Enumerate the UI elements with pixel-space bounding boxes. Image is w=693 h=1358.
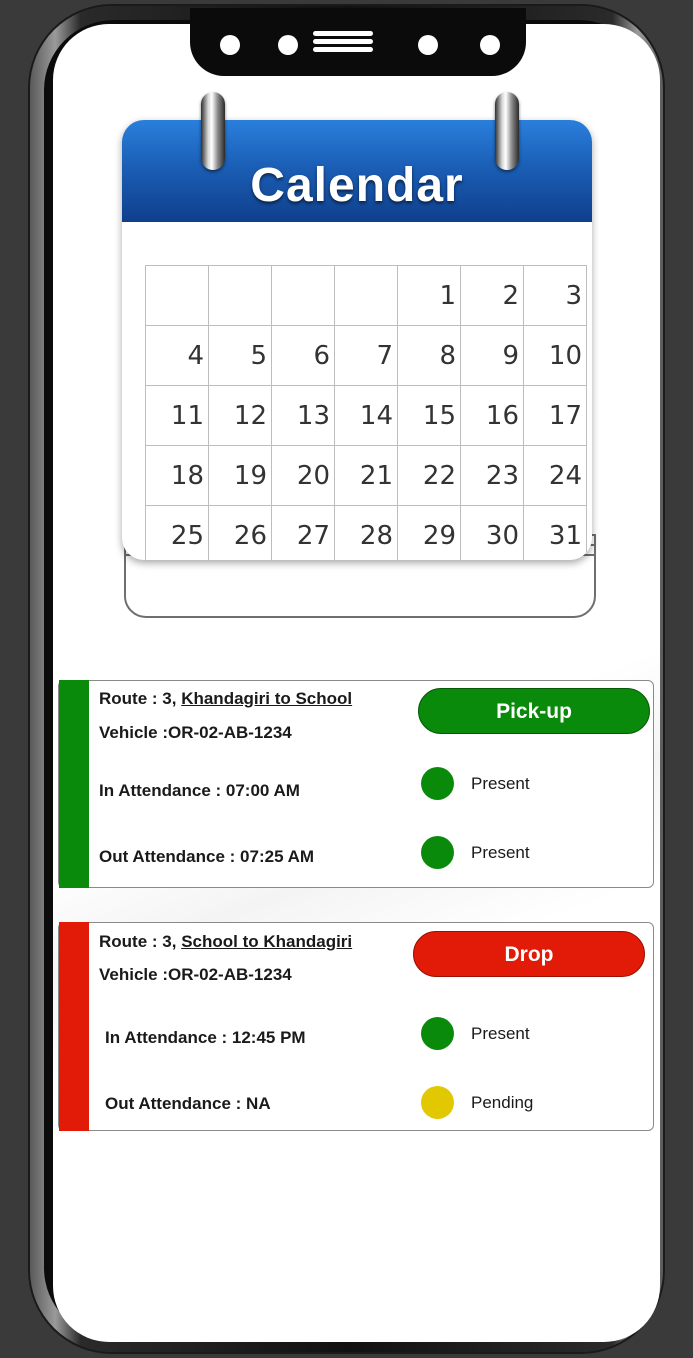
pickup-status-stripe: [59, 680, 89, 888]
calendar-day-cell[interactable]: [145, 265, 209, 326]
route-info: Route : 3, School to Khandagiri: [99, 932, 352, 952]
calendar-day-cell[interactable]: 27: [271, 505, 335, 560]
calendar-day-cell[interactable]: 26: [208, 505, 272, 560]
present-status-icon: [421, 767, 454, 800]
calendar-day-cell[interactable]: 18: [145, 445, 209, 506]
calendar-day-cell[interactable]: 22: [397, 445, 461, 506]
in-status: Present: [471, 774, 530, 793]
calendar-day-cell[interactable]: 6: [271, 325, 335, 386]
camera-dot: [480, 35, 500, 55]
calendar-day-cell[interactable]: 8: [397, 325, 461, 386]
calendar-week-row: 11 12 13 14 15 16 17: [145, 385, 587, 446]
calendar-day-cell[interactable]: 11: [145, 385, 209, 446]
pickup-route-card[interactable]: Route : 3, Khandagiri to School Vehicle …: [58, 680, 654, 888]
calendar-day-cell[interactable]: 2: [460, 265, 524, 326]
calendar-day-cell[interactable]: [208, 265, 272, 326]
calendar-day-cell[interactable]: 20: [271, 445, 335, 506]
sensor-dot: [278, 35, 298, 55]
drop-route-card[interactable]: Route : 3, School to Khandagiri Vehicle …: [58, 922, 654, 1131]
calendar-day-cell[interactable]: 23: [460, 445, 524, 506]
calendar-day-cell[interactable]: 25: [145, 505, 209, 560]
calendar-week-row: 4 5 6 7 8 9 10: [145, 325, 587, 386]
route-link[interactable]: Khandagiri to School: [181, 689, 352, 708]
calendar-day-cell[interactable]: 9: [460, 325, 524, 386]
calendar-day-cell[interactable]: 13: [271, 385, 335, 446]
calendar-widget[interactable]: Calendar 1 2 3 4 5 6 7 8 9 10 11 12 13 14 15 16 17 18 19 20…: [122, 92, 596, 618]
calendar-week-row: 18 19 20 21 22 23 24: [145, 445, 587, 506]
calendar-day-cell[interactable]: 19: [208, 445, 272, 506]
in-status: Present: [471, 1024, 530, 1043]
calendar-day-cell[interactable]: 5: [208, 325, 272, 386]
speaker-grille: [313, 28, 373, 54]
calendar-day-cell[interactable]: 1: [397, 265, 461, 326]
present-status-icon: [421, 836, 454, 869]
calendar-day-cell[interactable]: 28: [334, 505, 398, 560]
out-status: Present: [471, 843, 530, 862]
calendar-day-cell[interactable]: 12: [208, 385, 272, 446]
phone-notch: [190, 8, 526, 76]
drop-status-stripe: [59, 922, 89, 1131]
route-prefix: Route : 3,: [99, 689, 177, 708]
calendar-day-cell[interactable]: [334, 265, 398, 326]
calendar-day-cell[interactable]: 30: [460, 505, 524, 560]
present-status-icon: [421, 1017, 454, 1050]
calendar-day-cell[interactable]: 14: [334, 385, 398, 446]
calendar-day-cell[interactable]: 29: [397, 505, 461, 560]
calendar-day-cell[interactable]: 10: [523, 325, 587, 386]
calendar-day-cell[interactable]: [271, 265, 335, 326]
sensor-dot: [220, 35, 240, 55]
calendar-day-cell[interactable]: 31: [523, 505, 587, 560]
route-prefix: Route : 3,: [99, 932, 177, 951]
sensor-dot: [418, 35, 438, 55]
calendar-day-cell[interactable]: 4: [145, 325, 209, 386]
out-attendance: Out Attendance : 07:25 AM: [99, 847, 315, 866]
route-link[interactable]: School to Khandagiri: [181, 932, 352, 951]
route-info: Route : 3, Khandagiri to School: [99, 689, 352, 709]
drop-badge: Drop: [413, 931, 645, 977]
out-attendance: Out Attendance : NA: [105, 1094, 271, 1113]
calendar-page-edge: [124, 554, 596, 618]
calendar-day-cell[interactable]: 16: [460, 385, 524, 446]
in-attendance: In Attendance : 07:00 AM: [99, 781, 300, 800]
calendar-day-cell[interactable]: 15: [397, 385, 461, 446]
calendar-week-row: 123: [145, 265, 587, 326]
calendar-day-cell[interactable]: 24: [523, 445, 587, 506]
calendar-day-cell[interactable]: 3: [523, 265, 587, 326]
binder-ring-icon: [492, 92, 522, 176]
out-status: Pending: [471, 1093, 534, 1112]
calendar-day-cell[interactable]: 21: [334, 445, 398, 506]
calendar-week-row: 25 26 27 28 29 30 31: [145, 505, 587, 560]
pickup-badge: Pick-up: [418, 688, 650, 734]
calendar-day-cell[interactable]: 7: [334, 325, 398, 386]
in-attendance: In Attendance : 12:45 PM: [105, 1028, 306, 1047]
vehicle-info: Vehicle :OR-02-AB-1234: [99, 723, 292, 742]
calendar-grid: 1 2 3 4 5 6 7 8 9 10 11 12 13 14 15 16 17 18 19 20 21 22 23 24 2…: [145, 265, 587, 560]
pending-status-icon: [421, 1086, 454, 1119]
binder-ring-icon: [198, 92, 228, 176]
calendar-page: Calendar 1 2 3 4 5 6 7 8 9 10 11 12 13 14 15 16 17 18 19 20…: [122, 120, 592, 560]
calendar-day-cell[interactable]: 17: [523, 385, 587, 446]
vehicle-info: Vehicle :OR-02-AB-1234: [99, 965, 292, 984]
